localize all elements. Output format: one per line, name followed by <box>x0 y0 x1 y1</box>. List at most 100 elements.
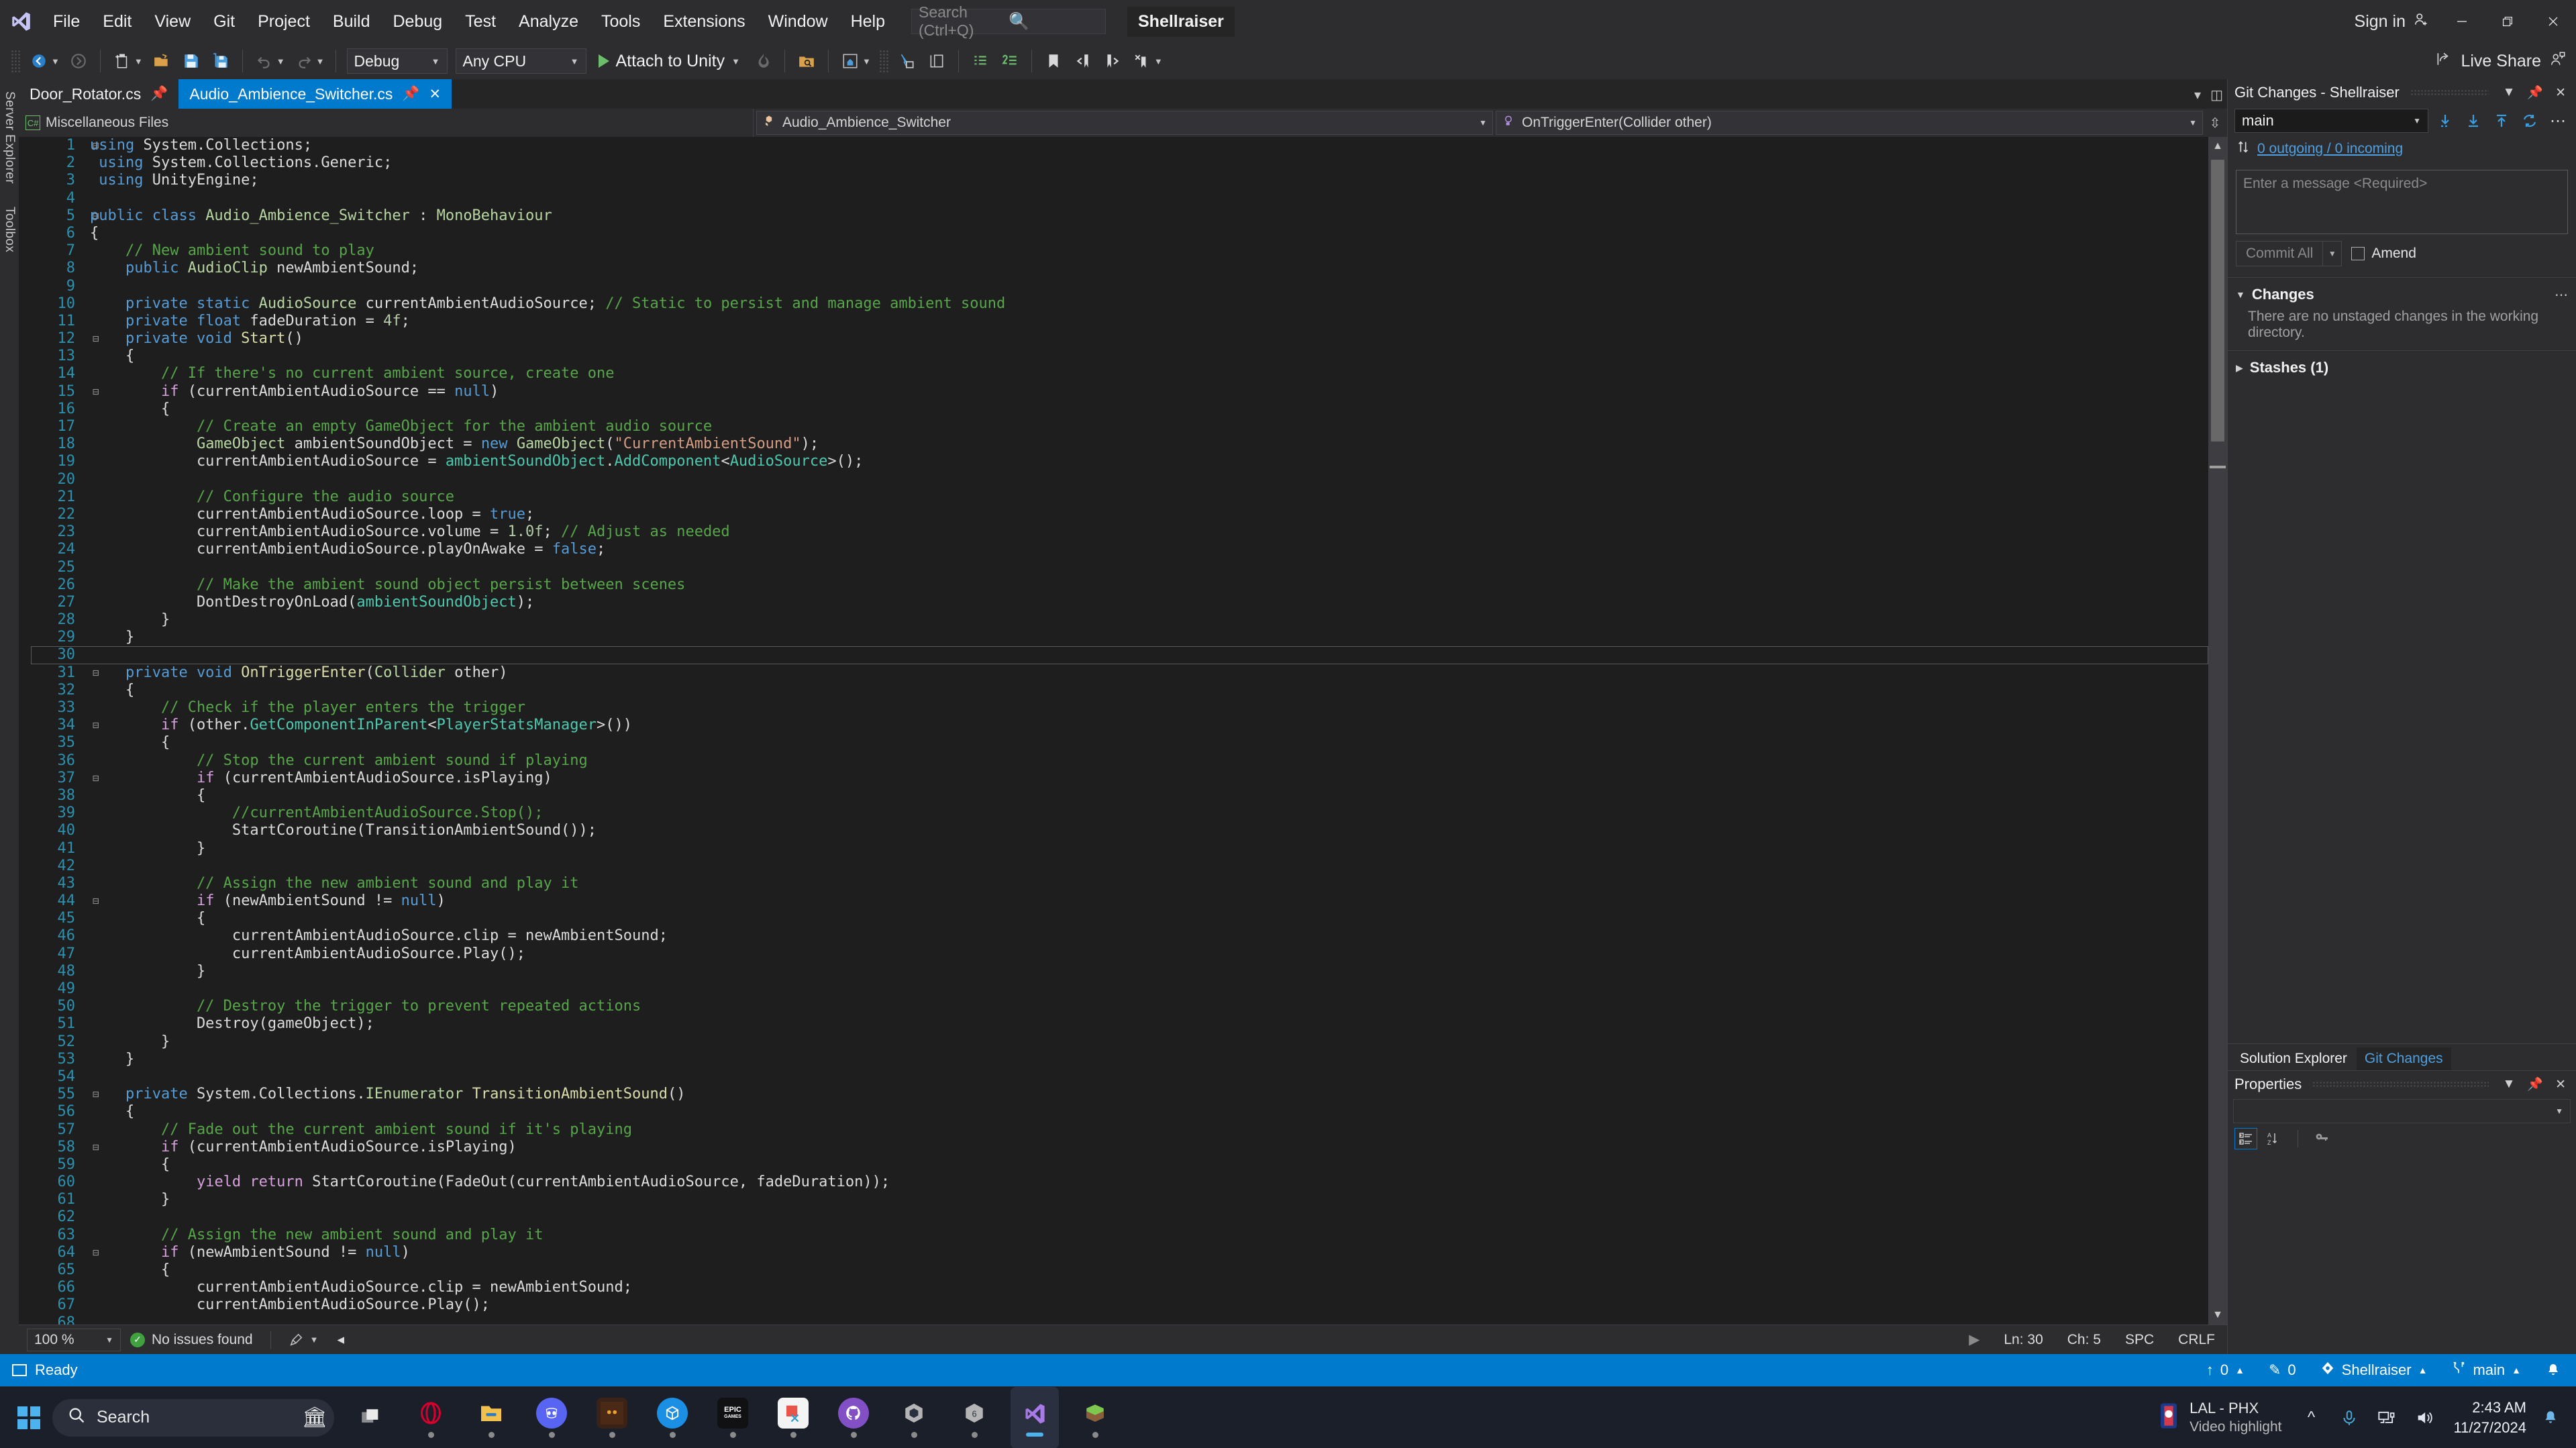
taskbar-item-game[interactable] <box>588 1387 636 1448</box>
code-line[interactable]: 52 } <box>31 1033 2208 1051</box>
sync-icon[interactable] <box>2518 109 2541 132</box>
navigate-backward-button[interactable] <box>24 46 54 76</box>
sync-status-link[interactable]: 0 outgoing / 0 incoming <box>2257 141 2403 157</box>
branch-dropdown[interactable]: main ▼ <box>2234 109 2428 133</box>
code-line[interactable]: 5 ⊟ public class Audio_Ambience_Switcher :… <box>31 207 2208 225</box>
show-hidden-icons-chevron-icon[interactable]: ^ <box>2293 1387 2330 1448</box>
code-line[interactable]: 38 { <box>31 787 2208 805</box>
menu-edit[interactable]: Edit <box>91 0 143 43</box>
chevron-down-icon[interactable]: ▼ <box>2236 289 2245 300</box>
taskbar-item-unity-hub[interactable] <box>648 1387 697 1448</box>
code-line[interactable]: 33 // Check if the player enters the tri… <box>31 699 2208 717</box>
active-files-chevron-icon[interactable]: ▾ <box>2194 87 2201 103</box>
code-line[interactable]: 32 { <box>31 682 2208 699</box>
outgoing-commits-indicator[interactable]: ↑ 0 ▲ <box>2194 1354 2257 1386</box>
taskbar-item-task-view[interactable] <box>346 1387 395 1448</box>
clock[interactable]: 2:43 AM 11/27/2024 <box>2443 1398 2537 1437</box>
code-line[interactable]: 37 ⊟ if (currentAmbientAudioSource.isPlay… <box>31 770 2208 787</box>
code-line[interactable]: 39 //currentAmbientAudioSource.Stop(); <box>31 805 2208 822</box>
commit-message-input[interactable]: Enter a message <Required> <box>2236 170 2568 234</box>
taskbar-item-snipping-tool[interactable] <box>769 1387 817 1448</box>
taskbar-item-unity6[interactable]: 6 <box>950 1387 998 1448</box>
start-button-icon[interactable] <box>17 1406 40 1429</box>
search-input[interactable]: Search (Ctrl+Q) 🔍 <box>911 3 1106 39</box>
maximize-button[interactable] <box>2485 0 2530 43</box>
code-line[interactable]: 58 ⊟ if (currentAmbientAudioSource.isPlay… <box>31 1139 2208 1156</box>
commit-all-button[interactable]: Commit All <box>2236 241 2324 266</box>
member-dropdown[interactable]: OnTriggerEnter(Collider other) ▼ <box>1496 111 2203 135</box>
menu-extensions[interactable]: Extensions <box>652 0 756 43</box>
clear-bookmarks-icon[interactable] <box>1127 46 1157 76</box>
code-line[interactable]: 4 <box>31 190 2208 207</box>
scroll-up-icon[interactable]: ▲ <box>2208 137 2227 156</box>
alphabetical-view-icon[interactable]: A Z <box>2263 1128 2285 1149</box>
sign-in-button[interactable]: Sign in <box>2345 11 2439 33</box>
uncomment-selection-icon[interactable] <box>995 46 1025 76</box>
menu-git[interactable]: Git <box>202 0 246 43</box>
code-line[interactable]: 47 currentAmbientAudioSource.Play(); <box>31 945 2208 963</box>
menu-build[interactable]: Build <box>321 0 382 43</box>
code-surface[interactable]: 1 ⊟ using System.Collections; 2 using Syste… <box>31 137 2208 1325</box>
toolbar-grip[interactable] <box>11 50 20 72</box>
amend-checkbox[interactable] <box>2351 247 2365 260</box>
code-line[interactable]: 15 ⊟ if (currentAmbientAudioSource == nul… <box>31 383 2208 401</box>
toolbar-grip[interactable] <box>878 50 888 72</box>
code-editor[interactable]: 1 ⊟ using System.Collections; 2 using Syste… <box>19 137 2227 1325</box>
sidebar-item-toolbox[interactable]: Toolbox <box>2 207 17 252</box>
home-window-icon[interactable] <box>835 46 865 76</box>
code-line[interactable]: 29 } <box>31 629 2208 646</box>
categorized-view-icon[interactable] <box>2234 1128 2257 1149</box>
taskbar-item-opera[interactable] <box>407 1387 455 1448</box>
new-project-button[interactable] <box>107 46 137 76</box>
issues-indicator[interactable]: ✓ No issues found <box>121 1332 262 1348</box>
code-line[interactable]: 44 ⊟ if (newAmbientSound != null) <box>31 892 2208 910</box>
close-icon[interactable]: ✕ <box>2552 1077 2569 1092</box>
code-line[interactable]: 31 ⊟ private void OnTriggerEnter(Collider… <box>31 664 2208 682</box>
code-line[interactable]: 60 yield return StartCoroutine(FadeOut(c… <box>31 1174 2208 1191</box>
split-view-icon[interactable]: ◫ <box>2210 87 2223 103</box>
code-line[interactable]: 26 // Make the ambient sound object pers… <box>31 576 2208 594</box>
code-line[interactable]: 17 // Create an empty GameObject for the… <box>31 418 2208 435</box>
code-line[interactable]: 10 private static AudioSource currentAmb… <box>31 295 2208 313</box>
code-line[interactable]: 1 ⊟ using System.Collections; <box>31 137 2208 154</box>
changes-section-header[interactable]: ▼ Changes ⋯ <box>2228 282 2576 307</box>
code-line[interactable]: 54 <box>31 1068 2208 1086</box>
code-line[interactable]: 21 // Configure the audio source <box>31 488 2208 506</box>
code-line[interactable]: 2 using System.Collections.Generic; <box>31 154 2208 172</box>
menu-debug[interactable]: Debug <box>382 0 454 43</box>
previous-bookmark-icon[interactable] <box>1068 46 1098 76</box>
properties-grid[interactable] <box>2228 1153 2576 1354</box>
code-line[interactable]: 67 currentAmbientAudioSource.Play(); <box>31 1296 2208 1314</box>
branch-indicator[interactable]: main ▲ <box>2439 1354 2533 1386</box>
code-line[interactable]: 68 <box>31 1314 2208 1325</box>
notification-bell-icon[interactable] <box>2537 1409 2564 1427</box>
properties-object-dropdown[interactable]: ▼ <box>2233 1099 2571 1123</box>
save-button[interactable] <box>176 46 206 76</box>
collapse-status-icon[interactable]: ◂ <box>327 1331 354 1348</box>
code-line[interactable]: 64 ⊟ if (newAmbientSound != null) <box>31 1244 2208 1261</box>
code-line[interactable]: 3 using UnityEngine; <box>31 172 2208 189</box>
chevron-down-icon[interactable]: ▼ <box>2500 85 2519 100</box>
code-line[interactable]: 56 { <box>31 1103 2208 1121</box>
scroll-down-icon[interactable]: ▼ <box>2208 1306 2227 1325</box>
taskbar-item-minecraft[interactable] <box>1071 1387 1119 1448</box>
code-line[interactable]: 12 ⊟ private void Start() <box>31 330 2208 348</box>
code-line[interactable]: 27 DontDestroyOnLoad(ambientSoundObject)… <box>31 594 2208 611</box>
platform-dropdown[interactable]: Any CPU ▼ <box>455 48 586 74</box>
push-icon[interactable] <box>2490 109 2513 132</box>
pin-icon[interactable]: 📌 <box>150 86 168 102</box>
type-dropdown[interactable]: Audio_Ambience_Switcher ▼ <box>756 111 1493 135</box>
code-line[interactable]: 20 <box>31 471 2208 488</box>
code-line[interactable]: 66 currentAmbientAudioSource.clip = newA… <box>31 1279 2208 1296</box>
code-line[interactable]: 62 <box>31 1208 2208 1226</box>
tab-git-changes[interactable]: Git Changes <box>2356 1047 2451 1070</box>
code-line[interactable]: 25 <box>31 559 2208 576</box>
open-file-button[interactable] <box>147 46 176 76</box>
taskbar-item-unity[interactable] <box>890 1387 938 1448</box>
code-line[interactable]: 11 private float fadeDuration = 4f; <box>31 313 2208 330</box>
split-editor-icon[interactable]: ⇳ <box>2203 115 2227 132</box>
select-element-icon[interactable] <box>892 46 922 76</box>
line-ending-indicator[interactable]: CRLF <box>2166 1332 2227 1348</box>
code-line[interactable]: 16 { <box>31 401 2208 418</box>
menu-help[interactable]: Help <box>839 0 896 43</box>
